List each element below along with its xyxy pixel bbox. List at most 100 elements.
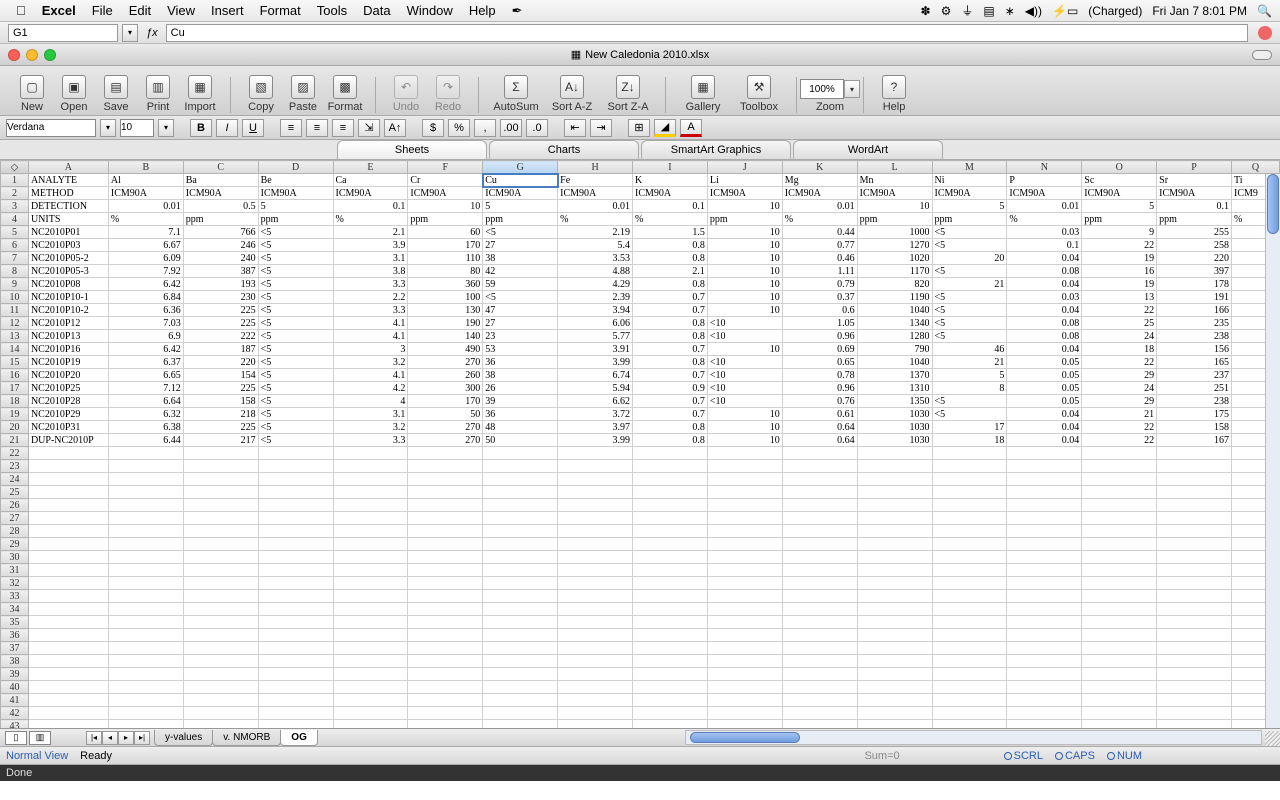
cell-C7[interactable]: 240 [183, 252, 258, 265]
sheet-tab-v-nmorb[interactable]: v. NMORB [212, 730, 281, 746]
row-header-25[interactable]: 25 [1, 486, 29, 499]
cell-P8[interactable]: 397 [1157, 265, 1232, 278]
row-header-14[interactable]: 14 [1, 343, 29, 356]
cell-J35[interactable] [707, 616, 782, 629]
cell-N29[interactable] [1007, 538, 1082, 551]
italic-button[interactable]: I [216, 119, 238, 137]
cell-G28[interactable] [483, 525, 558, 538]
fx-label[interactable]: ƒx [142, 27, 162, 39]
cell-I17[interactable]: 0.9 [633, 382, 708, 395]
cell-H36[interactable] [558, 629, 633, 642]
cell-G26[interactable] [483, 499, 558, 512]
cell-P26[interactable] [1157, 499, 1232, 512]
cell-K35[interactable] [782, 616, 857, 629]
cell-K31[interactable] [782, 564, 857, 577]
col-header-M[interactable]: M [932, 161, 1007, 174]
cell-D19[interactable]: <5 [258, 408, 333, 421]
cell-K28[interactable] [782, 525, 857, 538]
cell-H32[interactable] [558, 577, 633, 590]
cell-B21[interactable]: 6.44 [108, 434, 183, 447]
cell-M28[interactable] [932, 525, 1007, 538]
cell-P2[interactable]: ICM90A [1157, 187, 1232, 200]
cell-D15[interactable]: <5 [258, 356, 333, 369]
cell-D38[interactable] [258, 655, 333, 668]
cell-N21[interactable]: 0.04 [1007, 434, 1082, 447]
row-header-15[interactable]: 15 [1, 356, 29, 369]
row-header-16[interactable]: 16 [1, 369, 29, 382]
cell-E10[interactable]: 2.2 [333, 291, 408, 304]
cell-H28[interactable] [558, 525, 633, 538]
cell-G29[interactable] [483, 538, 558, 551]
cell-E16[interactable]: 4.1 [333, 369, 408, 382]
cell-O20[interactable]: 22 [1082, 421, 1157, 434]
cell-B28[interactable] [108, 525, 183, 538]
cell-E7[interactable]: 3.1 [333, 252, 408, 265]
col-header-L[interactable]: L [857, 161, 932, 174]
cell-J21[interactable]: 10 [707, 434, 782, 447]
menu-data[interactable]: Data [355, 3, 398, 18]
cell-K5[interactable]: 0.44 [782, 226, 857, 239]
cell-B33[interactable] [108, 590, 183, 603]
cell-P35[interactable] [1157, 616, 1232, 629]
cell-O9[interactable]: 19 [1082, 278, 1157, 291]
zoom-dropdown[interactable]: ▾ [844, 80, 860, 98]
cell-J27[interactable] [707, 512, 782, 525]
cell-D32[interactable] [258, 577, 333, 590]
align-right-button[interactable]: ≡ [332, 119, 354, 137]
cell-I41[interactable] [633, 694, 708, 707]
cell-M29[interactable] [932, 538, 1007, 551]
col-header-E[interactable]: E [333, 161, 408, 174]
cell-C43[interactable] [183, 720, 258, 730]
cell-M26[interactable] [932, 499, 1007, 512]
cell-L40[interactable] [857, 681, 932, 694]
cell-O25[interactable] [1082, 486, 1157, 499]
cell-C39[interactable] [183, 668, 258, 681]
cell-E2[interactable]: ICM90A [333, 187, 408, 200]
cell-N24[interactable] [1007, 473, 1082, 486]
cell-H40[interactable] [558, 681, 633, 694]
cell-P28[interactable] [1157, 525, 1232, 538]
cell-K25[interactable] [782, 486, 857, 499]
cell-M21[interactable]: 18 [932, 434, 1007, 447]
cell-A16[interactable]: NC2010P20 [28, 369, 108, 382]
cell-I1[interactable]: K [633, 174, 708, 187]
comma-button[interactable]: , [474, 119, 496, 137]
cell-D26[interactable] [258, 499, 333, 512]
cell-A4[interactable]: UNITS [28, 213, 108, 226]
cell-G5[interactable]: <5 [483, 226, 558, 239]
cell-M10[interactable]: <5 [932, 291, 1007, 304]
cell-H9[interactable]: 4.29 [558, 278, 633, 291]
cell-N5[interactable]: 0.03 [1007, 226, 1082, 239]
cell-P18[interactable]: 238 [1157, 395, 1232, 408]
cell-I13[interactable]: 0.8 [633, 330, 708, 343]
cell-B4[interactable]: % [108, 213, 183, 226]
toolbar-sort-a-z-button[interactable]: A↓Sort A-Z [545, 75, 599, 113]
view-label[interactable]: Normal View [6, 750, 68, 762]
cell-E19[interactable]: 3.1 [333, 408, 408, 421]
cell-E20[interactable]: 3.2 [333, 421, 408, 434]
cell-P11[interactable]: 166 [1157, 304, 1232, 317]
cell-M5[interactable]: <5 [932, 226, 1007, 239]
cell-L15[interactable]: 1040 [857, 356, 932, 369]
cell-D10[interactable]: <5 [258, 291, 333, 304]
cell-H13[interactable]: 5.77 [558, 330, 633, 343]
cell-F10[interactable]: 100 [408, 291, 483, 304]
cell-B36[interactable] [108, 629, 183, 642]
row-header-22[interactable]: 22 [1, 447, 29, 460]
cell-F22[interactable] [408, 447, 483, 460]
cell-N35[interactable] [1007, 616, 1082, 629]
row-header-10[interactable]: 10 [1, 291, 29, 304]
cell-G36[interactable] [483, 629, 558, 642]
cell-D5[interactable]: <5 [258, 226, 333, 239]
cell-K38[interactable] [782, 655, 857, 668]
cell-D31[interactable] [258, 564, 333, 577]
cell-A34[interactable] [28, 603, 108, 616]
cell-F20[interactable]: 270 [408, 421, 483, 434]
cell-L34[interactable] [857, 603, 932, 616]
clock[interactable]: Fri Jan 7 8:01 PM [1152, 4, 1247, 18]
cell-A30[interactable] [28, 551, 108, 564]
cell-L10[interactable]: 1190 [857, 291, 932, 304]
cell-F16[interactable]: 260 [408, 369, 483, 382]
cell-D18[interactable]: <5 [258, 395, 333, 408]
cell-E17[interactable]: 4.2 [333, 382, 408, 395]
